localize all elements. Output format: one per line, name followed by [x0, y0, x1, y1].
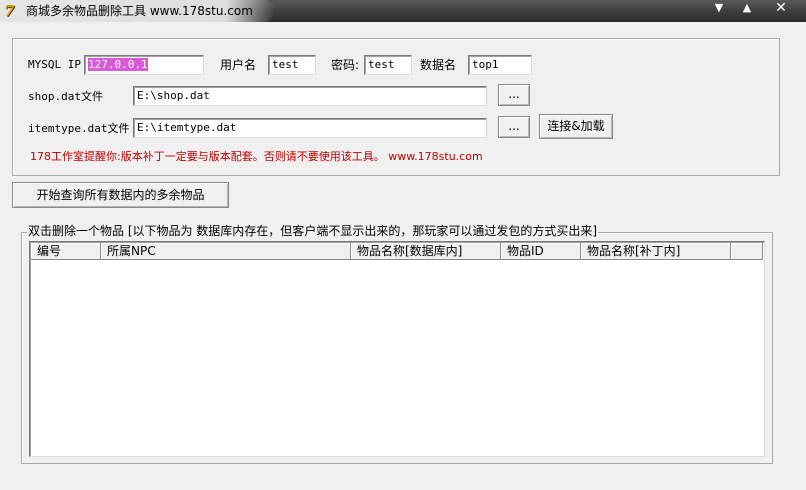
itemtype-browse-button[interactable]: ... — [498, 116, 530, 138]
mysql-ip-value: 127.0.0.1 — [88, 58, 148, 71]
close-icon[interactable]: ✕ — [770, 0, 792, 18]
password-input[interactable]: test — [364, 55, 412, 75]
title-bar: 7 商城多余物品删除工具 www.178stu.com ▼ ▲ ✕ — [0, 0, 806, 22]
shop-file-label-text: shop.dat文件 — [28, 90, 103, 103]
window-title: 商城多余物品删除工具 www.178stu.com — [26, 4, 253, 18]
shop-file-label: shop.dat文件 — [28, 89, 103, 104]
minimize-icon[interactable]: ▼ — [708, 0, 730, 18]
column-header-patch-item-name[interactable]: 物品名称[补丁内] — [581, 243, 731, 260]
column-header-filler — [731, 243, 763, 260]
results-group-caption: 双击删除一个物品 [以下物品为 数据库内存在，但客户端不显示出来的，那玩家可以通… — [27, 224, 598, 238]
mysql-ip-label: MYSQL IP — [28, 58, 81, 71]
listview-header: 编号 所属NPC 物品名称[数据库内] 物品ID 物品名称[补丁内] — [31, 243, 763, 260]
start-query-button[interactable]: 开始查询所有数据内的多余物品 — [12, 182, 229, 208]
app-logo-icon: 7 — [4, 2, 15, 20]
warning-notice: 178工作室提醒你:版本补丁一定要与版本配套。否则请不要使用该工具。 www.1… — [30, 150, 483, 163]
column-header-db-item-name[interactable]: 物品名称[数据库内] — [351, 243, 501, 260]
dbname-input[interactable]: top1 — [468, 55, 532, 75]
mysql-ip-input[interactable]: 127.0.0.1 — [84, 55, 204, 75]
maximize-icon[interactable]: ▲ — [736, 0, 758, 18]
username-label: 用户名 — [220, 58, 257, 72]
password-label: 密码: — [331, 58, 360, 72]
column-header-npc[interactable]: 所属NPC — [101, 243, 351, 260]
username-input[interactable]: test — [268, 55, 316, 75]
shop-file-input[interactable]: E:\shop.dat — [133, 86, 487, 106]
column-header-id[interactable]: 编号 — [31, 243, 101, 260]
connect-load-button[interactable]: 连接&加载 — [539, 114, 613, 139]
results-listview[interactable]: 编号 所属NPC 物品名称[数据库内] 物品ID 物品名称[补丁内] — [29, 241, 765, 457]
itemtype-file-input[interactable]: E:\itemtype.dat — [133, 118, 487, 138]
itemtype-file-label: itemtype.dat文件 — [28, 121, 129, 136]
dbname-label: 数据名 — [420, 58, 457, 72]
itemtype-file-label-text: itemtype.dat文件 — [28, 122, 130, 135]
shop-browse-button[interactable]: ... — [498, 84, 530, 106]
column-header-item-id[interactable]: 物品ID — [501, 243, 581, 260]
